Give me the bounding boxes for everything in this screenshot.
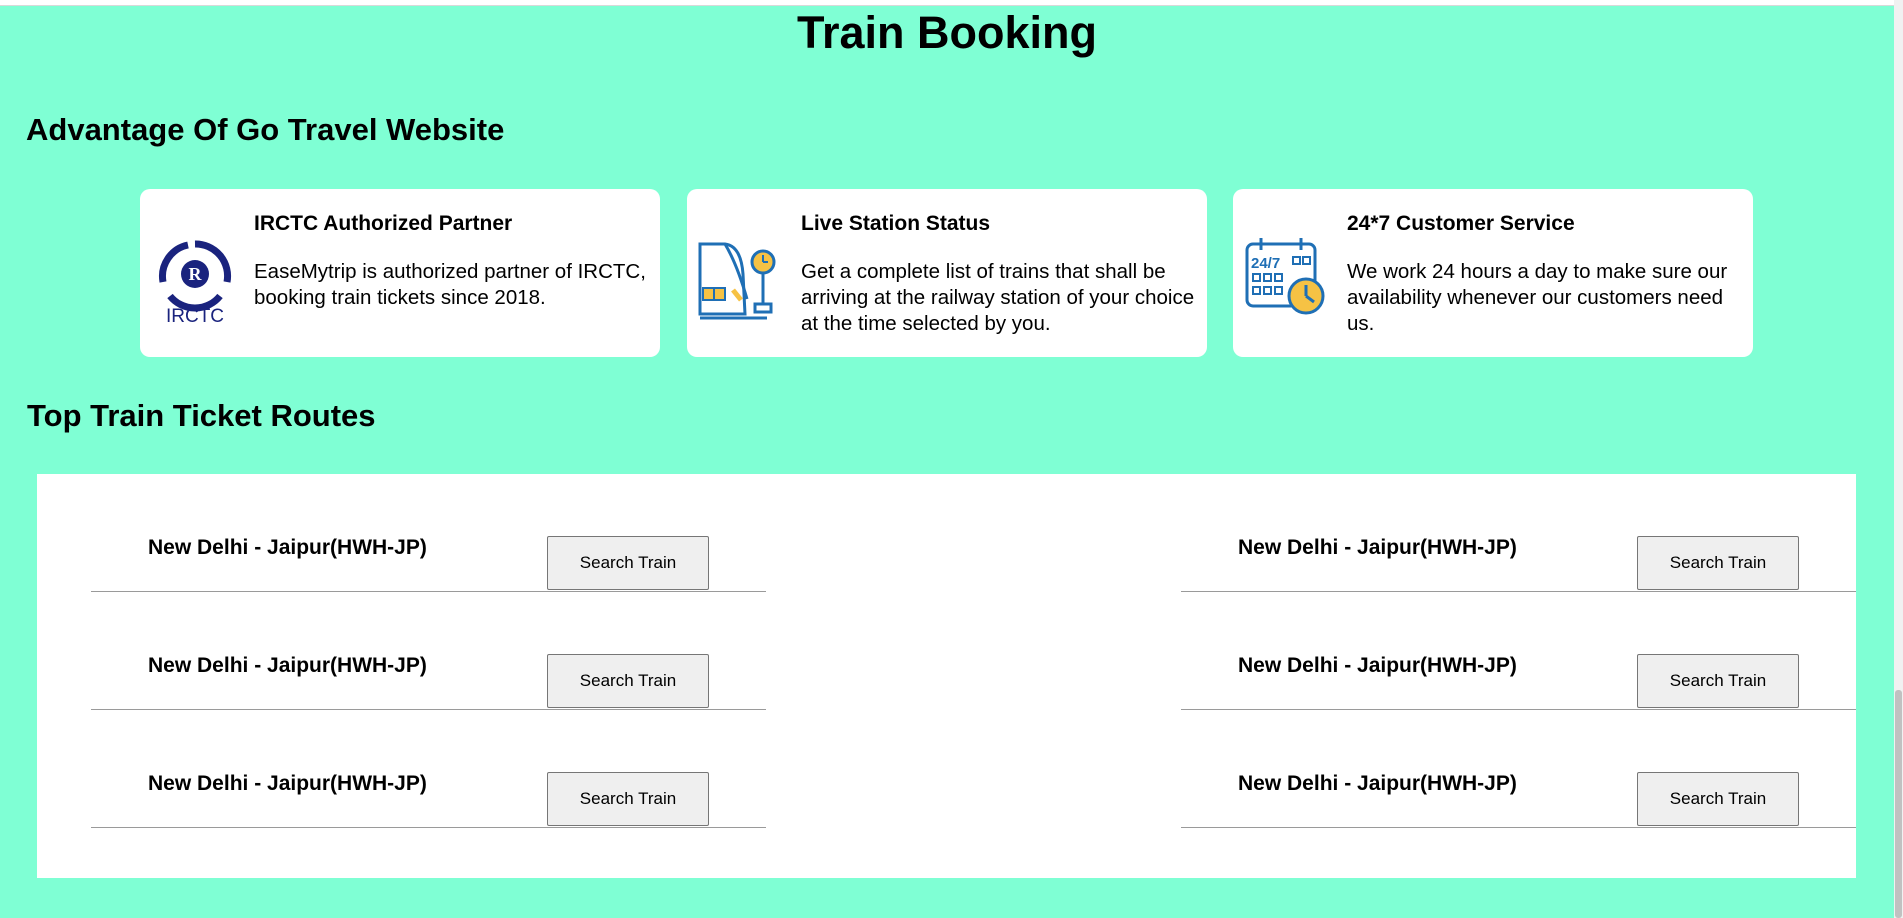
svg-text:R: R bbox=[189, 264, 203, 284]
vertical-scrollbar[interactable] bbox=[1894, 0, 1903, 918]
search-train-button[interactable]: Search Train bbox=[547, 536, 709, 590]
top-edge bbox=[0, 0, 1903, 6]
routes-title: Top Train Ticket Routes bbox=[27, 398, 376, 433]
search-train-button[interactable]: Search Train bbox=[547, 772, 709, 826]
page-title: Train Booking bbox=[796, 7, 1097, 58]
route-row: New Delhi - Jaipur(HWH-JP) Search Train bbox=[1181, 592, 1856, 710]
card-text: We work 24 hours a day to make sure our … bbox=[1347, 260, 1728, 335]
card-text: EaseMytrip is authorized partner of IRCT… bbox=[254, 260, 646, 309]
route-name: New Delhi - Jaipur(HWH-JP) bbox=[1238, 654, 1517, 677]
card-heading: Live Station Status bbox=[801, 212, 991, 235]
search-train-button[interactable]: Search Train bbox=[1637, 654, 1799, 708]
advantage-card-irctc: R IRCTC IRCTC Authorized Partner EaseMyt… bbox=[140, 189, 660, 357]
advantage-card-live-status: Live Station Status Get a complete list … bbox=[687, 189, 1207, 357]
routes-panel: New Delhi - Jaipur(HWH-JP) Search Train … bbox=[37, 474, 1856, 878]
search-train-button[interactable]: Search Train bbox=[1637, 772, 1799, 826]
card-heading: IRCTC Authorized Partner bbox=[254, 212, 513, 235]
route-row: New Delhi - Jaipur(HWH-JP) Search Train bbox=[1181, 474, 1856, 592]
svg-text:IRCTC: IRCTC bbox=[166, 306, 224, 324]
route-row: New Delhi - Jaipur(HWH-JP) Search Train bbox=[91, 710, 766, 828]
search-train-button[interactable]: Search Train bbox=[1637, 536, 1799, 590]
card-text: Get a complete list of trains that shall… bbox=[801, 260, 1195, 335]
irctc-logo-icon: R IRCTC bbox=[150, 234, 240, 327]
card-heading: 24*7 Customer Service bbox=[1347, 212, 1575, 235]
route-name: New Delhi - Jaipur(HWH-JP) bbox=[148, 654, 427, 677]
train-station-icon bbox=[697, 234, 787, 324]
svg-text:24/7: 24/7 bbox=[1251, 255, 1280, 272]
advantage-card-customer-service: 24/7 24*7 Customer Service We work 24 ho… bbox=[1233, 189, 1753, 357]
search-train-button[interactable]: Search Train bbox=[547, 654, 709, 708]
route-name: New Delhi - Jaipur(HWH-JP) bbox=[148, 536, 427, 559]
route-row: New Delhi - Jaipur(HWH-JP) Search Train bbox=[91, 592, 766, 710]
scrollbar-thumb[interactable] bbox=[1895, 690, 1902, 918]
route-name: New Delhi - Jaipur(HWH-JP) bbox=[1238, 536, 1517, 559]
route-name: New Delhi - Jaipur(HWH-JP) bbox=[148, 772, 427, 795]
route-row: New Delhi - Jaipur(HWH-JP) Search Train bbox=[91, 474, 766, 592]
route-name: New Delhi - Jaipur(HWH-JP) bbox=[1238, 772, 1517, 795]
route-row: New Delhi - Jaipur(HWH-JP) Search Train bbox=[1181, 710, 1856, 828]
calendar-clock-icon: 24/7 bbox=[1243, 234, 1333, 324]
advantages-title: Advantage Of Go Travel Website bbox=[26, 112, 505, 147]
